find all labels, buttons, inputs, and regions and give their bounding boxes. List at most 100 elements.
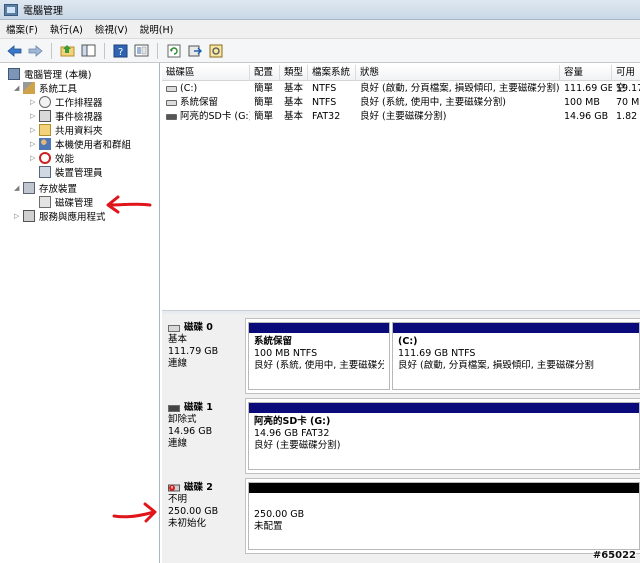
column-header-status[interactable]: 狀態	[356, 65, 560, 81]
tree-item-shared-folders[interactable]: ▷ 共用資料夾	[30, 123, 103, 137]
tree-item-label: 本機使用者和群組	[55, 140, 132, 151]
free-space-cell: 19.17	[616, 83, 640, 94]
settings-icon[interactable]	[207, 42, 224, 59]
tree-item-event-viewer[interactable]: ▷ 事件檢視器	[30, 109, 103, 123]
expand-arrow-icon[interactable]: ▷	[14, 212, 23, 220]
toolbar: ?	[0, 39, 640, 63]
partition-unallocated[interactable]: 250.00 GB 未配置	[248, 482, 640, 550]
menu-file[interactable]: 檔案(F)	[6, 22, 38, 36]
partition-sd-card[interactable]: 阿亮的SD卡 (G:) 14.96 GB FAT32 良好 (主要磁碟分割)	[248, 402, 640, 470]
partition-bar	[249, 403, 639, 413]
event-viewer-icon	[39, 110, 51, 122]
partition-detail: 14.96 GB FAT32	[254, 428, 330, 439]
toolbar-separator	[51, 42, 52, 59]
tree-item-disk-management[interactable]: 磁碟管理	[39, 195, 93, 209]
expand-arrow-icon[interactable]: ▷	[30, 126, 39, 134]
tree-item-system-tools[interactable]: ◢ 系統工具	[14, 81, 77, 95]
disk-name-text: 磁碟 1	[184, 402, 213, 413]
disk-name-text: 磁碟 2	[184, 482, 213, 493]
console-tree-icon[interactable]	[80, 42, 97, 59]
expand-arrow-icon[interactable]: ▷	[30, 98, 39, 106]
tree-root[interactable]: 電腦管理 (本機)	[8, 67, 91, 81]
menu-action[interactable]: 執行(A)	[50, 22, 83, 36]
type-cell: 基本	[284, 83, 304, 94]
watermark: #65022	[592, 550, 636, 561]
column-header-volume[interactable]: 磁碟區	[162, 65, 250, 81]
menu-bar: 檔案(F) 執行(A) 檢視(V) 說明(H)	[0, 20, 640, 39]
volume-row[interactable]: (C:) 簡單 基本 NTFS 良好 (啟動, 分頁檔案, 損毀傾印, 主要磁碟…	[162, 82, 640, 96]
tree-item-label: 事件檢視器	[55, 112, 103, 123]
disk-type: 基本	[168, 334, 188, 345]
disk-status: 未初始化	[168, 518, 207, 529]
status-cell: 良好 (啟動, 分頁檔案, 損毀傾印, 主要磁碟分割)	[360, 83, 560, 94]
performance-icon	[39, 152, 51, 164]
tree-item-performance[interactable]: ▷ 效能	[30, 151, 74, 165]
status-cell: 良好 (主要磁碟分割)	[360, 111, 447, 122]
disk-status: 連線	[168, 358, 188, 369]
tree-item-storage[interactable]: ◢ 存放裝置	[14, 181, 77, 195]
status-cell: 良好 (系統, 使用中, 主要磁碟分割)	[360, 97, 507, 108]
tree-item-device-manager[interactable]: 裝置管理員	[39, 165, 103, 179]
storage-icon	[23, 182, 35, 194]
tree-item-label: 磁碟管理	[55, 198, 94, 209]
partition-status: 良好 (主要磁碟分割)	[254, 440, 341, 451]
tree-item-label: 存放裝置	[39, 184, 78, 195]
expand-arrow-icon[interactable]: ▷	[30, 140, 39, 148]
tree-item-task-scheduler[interactable]: ▷ 工作排程器	[30, 95, 103, 109]
volume-name: 系統保留	[180, 97, 219, 108]
disk-0-label[interactable]: 磁碟 0 基本 111.79 GB 連線	[162, 318, 246, 394]
forward-icon[interactable]	[27, 42, 44, 59]
tree-item-local-users[interactable]: ▷ 本機使用者和群組	[30, 137, 131, 151]
volume-name: 阿亮的SD卡 (G:)	[180, 111, 250, 122]
properties-icon[interactable]	[133, 42, 150, 59]
partition-status: 良好 (啟動, 分頁檔案, 損毀傾印, 主要磁碟分割	[398, 360, 594, 371]
disk-type: 卸除式	[168, 414, 197, 425]
column-header-layout[interactable]: 配置	[250, 65, 280, 81]
disk-1-label[interactable]: 磁碟 1 卸除式 14.96 GB 連線	[162, 398, 246, 474]
partition-c-drive[interactable]: (C:) 111.69 GB NTFS 良好 (啟動, 分頁檔案, 損毀傾印, …	[392, 322, 640, 390]
volume-row[interactable]: 阿亮的SD卡 (G:) 簡單 基本 FAT32 良好 (主要磁碟分割) 14.9…	[162, 110, 640, 124]
disk-1-partitions: 阿亮的SD卡 (G:) 14.96 GB FAT32 良好 (主要磁碟分割)	[246, 398, 640, 474]
tree-item-label: 工作排程器	[55, 98, 103, 109]
column-header-capacity[interactable]: 容量	[560, 65, 612, 81]
expand-arrow-icon[interactable]: ▷	[30, 112, 39, 120]
window-title: 電腦管理	[23, 6, 63, 17]
tree-item-label: 服務與應用程式	[39, 212, 106, 223]
type-cell: 基本	[284, 111, 304, 122]
layout-cell: 簡單	[254, 97, 274, 108]
disk-2-partitions: 250.00 GB 未配置	[246, 478, 640, 554]
collapse-arrow-icon[interactable]: ◢	[14, 84, 23, 92]
menu-view[interactable]: 檢視(V)	[95, 22, 128, 36]
console-tree: 電腦管理 (本機) ◢ 系統工具 ▷ 工作排程器 ▷ 事件檢視器 ▷ 共用資料夾…	[0, 63, 160, 563]
volume-name-cell: 阿亮的SD卡 (G:)	[162, 110, 250, 124]
partition-system-reserved[interactable]: 系統保留 100 MB NTFS 良好 (系統, 使用中, 主要磁碟分	[248, 322, 390, 390]
tree-item-label: 裝置管理員	[55, 168, 103, 179]
menu-help[interactable]: 說明(H)	[140, 22, 174, 36]
help-icon[interactable]: ?	[112, 42, 129, 59]
up-folder-icon[interactable]	[59, 42, 76, 59]
layout-cell: 簡單	[254, 111, 274, 122]
refresh-icon[interactable]	[165, 42, 182, 59]
collapse-arrow-icon[interactable]: ◢	[14, 184, 23, 192]
tree-item-services-apps[interactable]: ▷ 服務與應用程式	[14, 209, 106, 223]
disk-size: 14.96 GB	[168, 426, 213, 437]
partition-detail: 111.69 GB NTFS	[398, 348, 476, 359]
export-icon[interactable]	[186, 42, 203, 59]
volume-name: (C:)	[180, 83, 198, 94]
device-manager-icon	[39, 166, 51, 178]
partition-name: (C:)	[398, 336, 418, 347]
column-header-type[interactable]: 類型	[280, 65, 308, 81]
volume-row[interactable]: 系統保留 簡單 基本 NTFS 良好 (系統, 使用中, 主要磁碟分割) 100…	[162, 96, 640, 110]
disk-2-label[interactable]: 磁碟 2 不明 250.00 GB 未初始化	[162, 478, 246, 554]
svg-text:?: ?	[118, 47, 123, 58]
type-cell: 基本	[284, 97, 304, 108]
column-header-filesystem[interactable]: 檔案系統	[308, 65, 356, 81]
expand-arrow-icon[interactable]: ▷	[30, 154, 39, 162]
partition-name: 系統保留	[254, 336, 293, 347]
volume-list-header: 磁碟區 配置 類型 檔案系統 狀態 容量 可用空	[162, 65, 640, 94]
unallocated-bar	[249, 483, 639, 493]
disk-map-pane: 磁碟 0 基本 111.79 GB 連線 系統保留 100 MB NTFS 良好…	[162, 314, 640, 563]
volume-name-cell: (C:)	[162, 82, 250, 96]
back-icon[interactable]	[6, 42, 23, 59]
column-header-free-space[interactable]: 可用空	[612, 65, 640, 94]
